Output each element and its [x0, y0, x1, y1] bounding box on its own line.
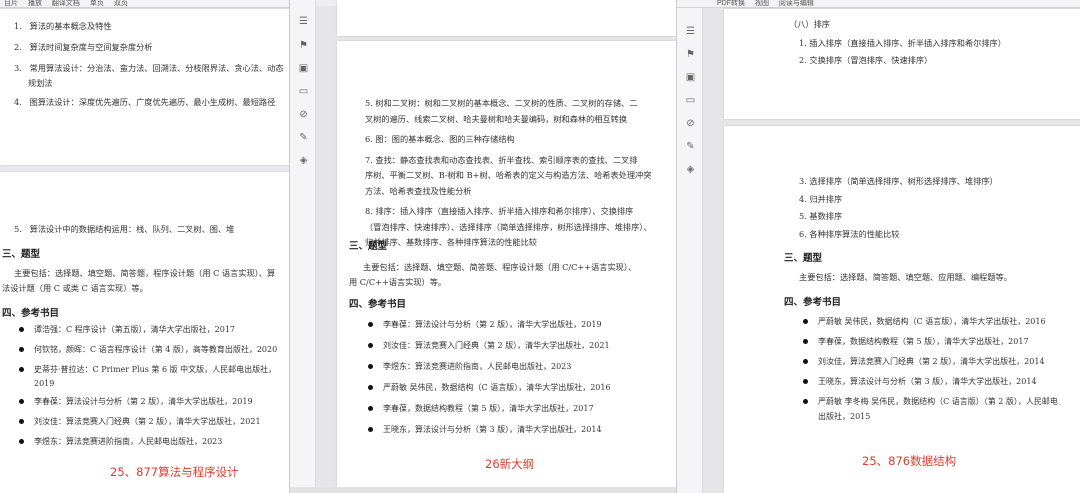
list-item: 3. 选择排序（简单选择排序、树形选择排序、堆排序） — [799, 176, 998, 186]
section-heading: 四、参考书目 — [349, 299, 407, 310]
comment-icon[interactable]: ▭ — [298, 86, 309, 97]
bookmark-icon[interactable]: ⚑ — [685, 49, 696, 60]
list-item: 5. 算法设计中的数据结构运用：栈、队列、二叉树、图、堆 — [14, 224, 235, 234]
signature-icon[interactable]: ✎ — [685, 141, 696, 152]
paragraph-line: 用 C/C++语言实现）等。 — [349, 277, 447, 287]
subsection-heading: （八）排序 — [789, 19, 830, 29]
middle-page-2: 5. 树和二叉树：树和二叉树的基本概念、二叉树的性质、二叉树的存储、二 叉树的遍… — [337, 41, 676, 493]
list-item-continuation: （冒泡排序、快速排序）、选择排序（简单选择排序，树形选择排序、堆排序）、 — [365, 221, 652, 232]
middle-sidebar: ☰ ⚑ ▣ ▭ ⊘ ✎ ◈ — [290, 0, 316, 493]
paragraph-line: 主要包括：选择题、填空题、简答题，程序设计题（用 C 语言实现）、算 — [14, 268, 276, 278]
reference-item-continuation: 出版社，2015 — [818, 412, 871, 421]
toolbar-item[interactable]: PDF转换 — [717, 0, 745, 7]
toolbar-item[interactable]: 双页 — [114, 0, 128, 7]
reference-item: 何钦铭，颜晖：C 语言程序设计（第 4 版），高等教育出版社，2020 — [14, 343, 289, 357]
list-item: 2. 交换排序（冒泡排序、快速排序） — [799, 55, 933, 65]
reference-item: 李春葆，数据结构教程（第 5 版），清华大学出版社，2017 — [363, 402, 673, 416]
thumbnail-icon[interactable]: ▣ — [298, 63, 309, 74]
paragraph-line: 主要包括：选择题、填空题、简答题、程序设计题（用 C/C++语言实现）、 — [363, 262, 637, 272]
thumbnail-icon[interactable]: ▣ — [685, 72, 696, 83]
reference-item: 史蒂芬·普拉达：C Primer Plus 第 6 版 中文版，人民邮电出版社， — [14, 363, 289, 377]
attachment-icon[interactable]: ⊘ — [685, 118, 696, 129]
layers-icon[interactable]: ◈ — [298, 155, 309, 166]
list-item-continuation: 方法、哈希表查找及性能分析 — [365, 185, 472, 196]
left-page-2: 5. 算法设计中的数据结构运用：栈、队列、二叉树、图、堆 三、题型 主要包括：选… — [0, 172, 289, 493]
list-item: 4. 归并排序 — [799, 193, 843, 204]
middle-page-1 — [337, 0, 676, 36]
middle-document-window: ☰ ⚑ ▣ ▭ ⊘ ✎ ◈ 5. 树和二叉树：树和二叉树的基本概念、二叉树的性质… — [289, 0, 676, 493]
reference-item: 王晓东，算法设计与分析（第 3 版），清华大学出版社，2014 — [798, 375, 1080, 389]
reference-item: 严蔚敏 吴伟民，数据结构（C 语言版），清华大学出版社，2016 — [798, 315, 1080, 329]
list-item: 8. 排序：插入排序（直接插入排序、折半插入排序和希尔排序）、交换排序 — [365, 206, 634, 216]
toolbar-item[interactable]: 翻译文档 — [52, 0, 80, 7]
outline-icon[interactable]: ☰ — [685, 26, 696, 37]
reference-item-continuation: 2019 — [34, 379, 55, 388]
exam-caption: 25、877算法与程序设计 — [110, 465, 239, 479]
reference-item: 刘汝佳：算法竞赛入门经典（第 2 版），清华大学出版社，2021 — [363, 339, 673, 353]
reference-item: 刘汝佳：算法竞赛入门经典（第 2 版），清华大学出版社，2021 — [14, 415, 289, 429]
bookmark-icon[interactable]: ⚑ — [298, 40, 309, 51]
list-item: 5. 基数排序 — [799, 211, 843, 221]
reference-item: 王晓东，算法设计与分析（第 3 版），清华大学出版社，2014 — [363, 423, 673, 437]
reference-item: 李煜东：算法竞赛进阶指南，人民邮电出版社，2023 — [363, 360, 673, 374]
exam-caption: 26新大纲 — [485, 457, 535, 471]
section-heading: 四、参考书目 — [784, 297, 842, 308]
right-page-1: （八）排序 1. 插入排序（直接插入排序、折半插入排序和希尔排序） 2. 交换排… — [724, 9, 1080, 119]
list-item: 6. 图：图的基本概念、图的三种存储结构 — [365, 134, 515, 144]
middle-status-bar — [290, 487, 676, 493]
list-item: 5. 树和二叉树：树和二叉树的基本概念、二叉树的性质、二叉树的存储、二 — [365, 98, 638, 108]
comment-icon[interactable]: ▭ — [685, 95, 696, 106]
list-item: 1. 算法的基本概念及特性 — [14, 21, 112, 31]
list-item: 7. 查找：静态查找表和动态查找表、折半查找、索引顺序表的查找、二叉排 — [365, 154, 638, 165]
section-heading: 三、题型 — [349, 241, 388, 252]
reference-item: 谭浩强：C 程序设计（第五版），清华大学出版社，2017 — [14, 323, 289, 337]
paragraph-line: 主要包括：选择题、简答题、填空题、应用题、编程题等。 — [799, 272, 1012, 282]
left-page-1: 1. 算法的基本概念及特性 2. 算法时间复杂度与空间复杂度分析 3. 常用算法… — [0, 9, 289, 165]
attachment-icon[interactable]: ⊘ — [298, 109, 309, 120]
left-document-window: 目片 播放 翻译文档 单页 双页 1. 算法的基本概念及特性 2. 算法时间复杂… — [0, 0, 289, 493]
list-item-continuation: 序树、平衡二叉树、B-树和 B+树、哈希表的定义与构造方法、哈希表处理冲突 — [365, 170, 652, 180]
list-item-continuation: 归并排序、基数排序、各种排序算法的性能比较 — [365, 237, 537, 247]
list-item: 1. 插入排序（直接插入排序、折半插入排序和希尔排序） — [799, 38, 1006, 48]
reference-item: 严蔚敏 李冬梅 吴伟民，数据结构（C 语言版）（第 2 版），人民邮电 — [798, 395, 1080, 409]
right-toolbar: PDF转换 视图 阅读与编辑 — [677, 0, 1080, 8]
paragraph-line: 法设计题（用 C 或类 C 语言实现）等。 — [2, 283, 148, 293]
outline-icon[interactable]: ☰ — [298, 16, 309, 27]
reference-item: 李煜东：算法竞赛进阶指南，人民邮电出版社，2023 — [14, 435, 289, 449]
list-item-continuation: 叉树的遍历、线索二叉树、哈夫曼树和哈夫曼编码，树和森林的相互转换 — [365, 113, 628, 124]
reference-item: 李春葆：算法设计与分析（第 2 版），清华大学出版社，2019 — [363, 318, 673, 332]
left-toolbar: 目片 播放 翻译文档 单页 双页 — [0, 0, 289, 8]
reference-item: 刘汝佳，算法竞赛入门经典（第 2 版），清华大学出版社，2014 — [798, 355, 1080, 369]
reference-item: 李春葆，数据结构教程（第 5 版），清华大学出版社，2017 — [798, 335, 1080, 349]
exam-caption: 25、876数据结构 — [862, 454, 957, 468]
reference-item: 严蔚敏 吴伟民，数据结构（C 语言版），清华大学出版社，2016 — [363, 381, 673, 395]
list-item: 4. 图算法设计：深度优先遍历、广度优先遍历、最小生成树、最短路径 — [14, 97, 276, 107]
list-item: 3. 常用算法设计：分治法、蛮力法、回溯法、分枝限界法、贪心法、动态 — [14, 63, 284, 73]
toolbar-item[interactable]: 单页 — [90, 0, 104, 7]
toolbar-item[interactable]: 视图 — [755, 0, 769, 7]
toolbar-item[interactable]: 播放 — [28, 0, 42, 7]
right-sidebar: ☰ ⚑ ▣ ▭ ⊘ ✎ ◈ — [677, 8, 703, 493]
section-heading: 四、参考书目 — [2, 308, 60, 319]
reference-item: 李春葆：算法设计与分析（第 2 版），清华大学出版社，2019 — [14, 395, 289, 409]
list-item-continuation: 规划法 — [28, 78, 53, 88]
layers-icon[interactable]: ◈ — [685, 164, 696, 175]
signature-icon[interactable]: ✎ — [298, 132, 309, 143]
right-document-window: PDF转换 视图 阅读与编辑 ☰ ⚑ ▣ ▭ ⊘ ✎ ◈ （八）排序 1. 插入… — [676, 0, 1080, 493]
list-item: 6. 各种排序算法的性能比较 — [799, 228, 900, 239]
list-item: 2. 算法时间复杂度与空间复杂度分析 — [14, 42, 153, 52]
section-heading: 三、题型 — [2, 249, 41, 260]
toolbar-item[interactable]: 阅读与编辑 — [779, 0, 814, 7]
toolbar-item[interactable]: 目片 — [4, 0, 18, 7]
section-heading: 三、题型 — [784, 253, 823, 264]
right-page-2: 3. 选择排序（简单选择排序、树形选择排序、堆排序） 4. 归并排序 5. 基数… — [724, 126, 1080, 493]
